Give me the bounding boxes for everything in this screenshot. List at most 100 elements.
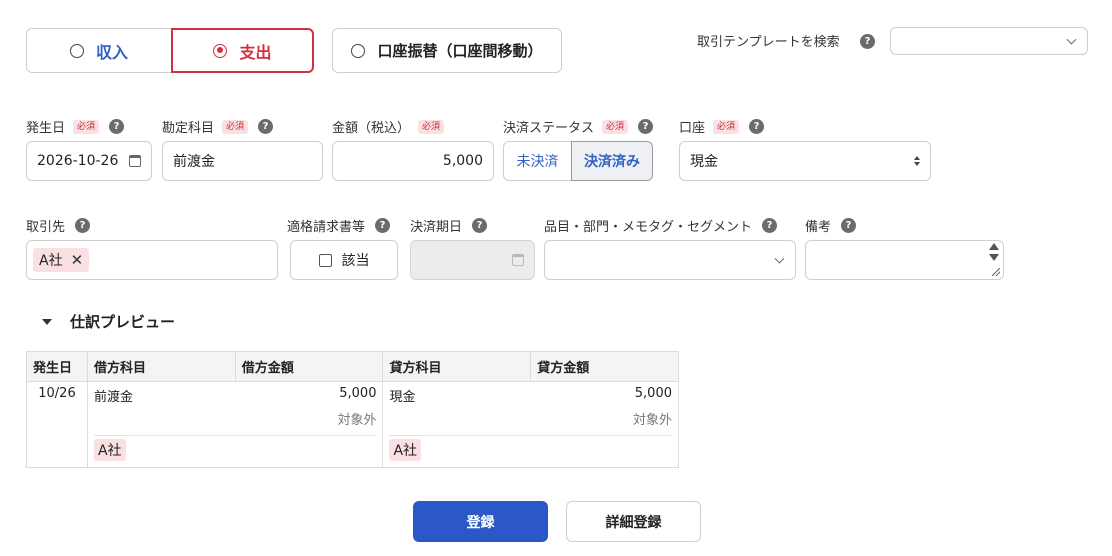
qualified-invoice-checkbox-label: 該当: [341, 253, 370, 269]
income-radio-button[interactable]: 収入: [26, 28, 171, 73]
amount-value: 5,000: [442, 153, 483, 169]
account-item-input[interactable]: 前渡金: [162, 141, 323, 181]
table-row: 対象外 対象外: [27, 405, 679, 435]
row-credit-account: 現金: [382, 381, 531, 405]
close-icon[interactable]: ✕: [71, 251, 84, 269]
account-item-label-row: 勘定科目 必須 ?: [162, 117, 274, 136]
required-badge: 必須: [418, 119, 445, 134]
template-search-label: 取引テンプレートを検索: [697, 35, 840, 50]
account-item-value: 前渡金: [173, 154, 215, 170]
settlement-status-toggle: 未決済 決済済み: [503, 141, 653, 181]
date-value: 2026-10-26: [37, 153, 119, 169]
due-date-label-row: 決済期日 ?: [410, 216, 488, 235]
qualified-invoice-label-row: 適格請求書等 ?: [287, 216, 391, 235]
help-icon[interactable]: ?: [109, 119, 125, 134]
partner-tag: A社 ✕: [33, 248, 90, 272]
help-icon[interactable]: ?: [258, 119, 274, 134]
help-icon[interactable]: ?: [75, 218, 91, 233]
checkbox-icon[interactable]: [318, 253, 332, 267]
partner-label-row: 取引先 ?: [26, 216, 91, 235]
due-date-label: 決済期日: [410, 220, 463, 235]
row-date: 10/26: [26, 381, 88, 468]
credit-partner-tag: A社: [389, 439, 422, 461]
qualified-invoice-label: 適格請求書等: [287, 220, 366, 235]
table-row: A社 A社: [27, 435, 679, 468]
debit-partner-tag: A社: [93, 439, 126, 461]
chevron-down-icon: [774, 253, 785, 264]
help-icon[interactable]: ?: [638, 119, 654, 134]
settlement-status-label-row: 決済ステータス 必須 ?: [503, 117, 654, 136]
unpaid-button[interactable]: 未決済: [503, 141, 571, 181]
journal-preview-toggle[interactable]: 仕訳プレビュー: [42, 311, 175, 332]
help-icon[interactable]: ?: [762, 218, 778, 233]
calendar-icon[interactable]: [129, 155, 141, 167]
required-badge: 必須: [602, 119, 629, 134]
expense-label: 支出: [239, 42, 272, 62]
required-badge: 必須: [713, 119, 740, 134]
wallet-select[interactable]: 現金: [679, 141, 931, 181]
partner-tag-label: A社: [39, 253, 63, 269]
calendar-icon: [512, 254, 524, 266]
amount-input[interactable]: 5,000: [332, 141, 494, 181]
help-icon[interactable]: ?: [472, 218, 488, 233]
memo-label: 備考: [805, 220, 832, 235]
item-dept-label: 品目・部門・メモタグ・セグメント: [544, 220, 753, 235]
memo-textarea[interactable]: [805, 240, 1004, 280]
row-credit-partner-cell: A社: [382, 435, 679, 468]
template-search-select[interactable]: [890, 27, 1088, 55]
transfer-label: 口座振替（口座間移動）: [377, 42, 543, 60]
due-date-input: [410, 240, 535, 280]
journal-preview-title: 仕訳プレビュー: [70, 313, 176, 331]
item-dept-label-row: 品目・部門・メモタグ・セグメント ?: [544, 216, 778, 235]
header-debit-amount: 借方金額: [234, 351, 384, 382]
submit-button[interactable]: 登録: [413, 501, 548, 542]
radio-checked-icon: [213, 43, 228, 58]
wallet-value: 現金: [690, 154, 718, 170]
amount-label-row: 金額（税込） 必須: [332, 117, 445, 136]
header-debit-account: 借方科目: [86, 351, 236, 382]
radio-unchecked-icon: [69, 43, 84, 58]
chevron-down-icon: [1066, 34, 1077, 45]
help-icon[interactable]: ?: [375, 218, 391, 233]
row-credit-amount: 5,000: [530, 381, 679, 405]
required-badge: 必須: [222, 119, 249, 134]
memo-label-row: 備考 ?: [805, 216, 857, 235]
item-dept-select[interactable]: [544, 240, 796, 280]
row-debit-amount: 5,000: [235, 381, 384, 405]
wallet-label-row: 口座 必須 ?: [679, 117, 765, 136]
settlement-status-label: 決済ステータス: [503, 121, 595, 136]
row-debit-partner-cell: A社: [86, 435, 384, 468]
transfer-radio-button[interactable]: 口座振替（口座間移動）: [332, 28, 562, 73]
partner-input[interactable]: A社 ✕: [26, 240, 278, 280]
date-input[interactable]: 2026-10-26: [26, 141, 152, 181]
paid-button[interactable]: 決済済み: [571, 141, 653, 181]
caret-down-icon: [42, 318, 52, 325]
account-item-label: 勘定科目: [162, 121, 215, 136]
income-label: 収入: [95, 42, 128, 62]
partner-label: 取引先: [26, 220, 66, 235]
help-icon[interactable]: ?: [749, 119, 765, 134]
expense-radio-button[interactable]: 支出: [171, 28, 314, 73]
required-badge: 必須: [73, 119, 100, 134]
resize-handle-icon[interactable]: [992, 268, 1000, 276]
date-label: 発生日: [26, 121, 66, 136]
wallet-label: 口座: [679, 121, 706, 136]
row-debit-account: 前渡金: [86, 381, 236, 405]
spinner-icon[interactable]: [989, 243, 999, 261]
transaction-type-toggle: 収入 支出: [26, 28, 314, 73]
help-icon[interactable]: ?: [860, 34, 875, 49]
select-arrows-icon: [914, 156, 920, 166]
date-label-row: 発生日 必須 ?: [26, 117, 125, 136]
qualified-invoice-checkbox-field[interactable]: 該当: [290, 240, 398, 280]
header-credit-account: 貸方科目: [382, 351, 532, 382]
table-row: 10/26 前渡金 5,000 現金 5,000: [26, 381, 679, 468]
amount-label: 金額（税込）: [332, 121, 411, 136]
header-credit-amount: 貸方金額: [530, 351, 679, 382]
header-date: 発生日: [26, 351, 88, 382]
table-header-row: 発生日 借方科目 借方金額 貸方科目 貸方金額: [26, 351, 679, 382]
detail-register-button[interactable]: 詳細登録: [566, 501, 701, 542]
journal-preview-table: 発生日 借方科目 借方金額 貸方科目 貸方金額 10/26 前渡金 5,000 …: [26, 351, 679, 468]
row-debit-tax: 対象外: [86, 405, 384, 435]
help-icon[interactable]: ?: [841, 218, 857, 233]
row-credit-tax: 対象外: [382, 405, 679, 435]
